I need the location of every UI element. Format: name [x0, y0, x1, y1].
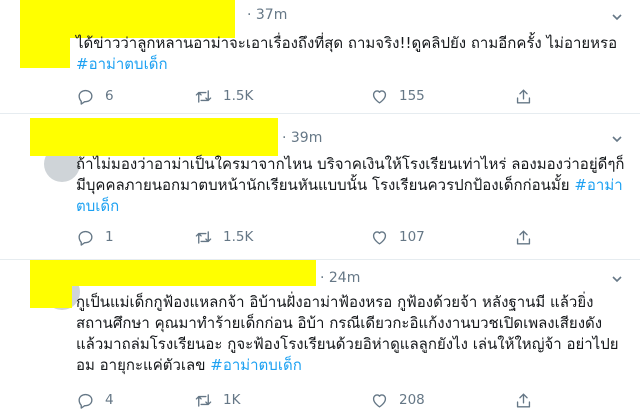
redaction-bar: [30, 118, 278, 156]
caret-down-icon[interactable]: [612, 274, 622, 284]
tweet-2[interactable]: · 39m ถ้าไม่มองว่าอาม่าเป็นใครมาจากไหน บ…: [0, 114, 640, 259]
reply-count: 4: [105, 392, 114, 408]
like-button[interactable]: 155: [370, 84, 425, 108]
reply-count: 1: [105, 229, 114, 245]
like-icon: [372, 393, 387, 408]
caret-down-icon[interactable]: [612, 12, 622, 22]
tweet-text-body: ได้ข่าวว่าลูกหลานอาม่าจะเอาเรื่องถึงที่ส…: [76, 34, 618, 52]
redaction-bar: [20, 38, 70, 68]
like-count: 107: [399, 229, 425, 245]
like-count: 155: [399, 88, 425, 104]
redaction-bar: [30, 286, 72, 308]
tweet-actions: 4 1K 208: [76, 388, 546, 412]
like-button[interactable]: 208: [370, 388, 425, 412]
retweet-icon: [195, 230, 212, 244]
retweet-button[interactable]: 1.5K: [194, 225, 253, 249]
share-icon: [516, 229, 531, 245]
tweet-time[interactable]: · 37m: [247, 7, 287, 23]
like-icon: [372, 230, 387, 245]
share-button[interactable]: [514, 225, 533, 249]
tweet-text-body: กูเป็นแม่เด็กกูฟ้องแหลกจ้า อิบ้านฝั่งอาม…: [76, 293, 619, 374]
retweet-count: 1.5K: [223, 229, 254, 245]
redaction-bar: [30, 260, 316, 286]
share-icon: [516, 392, 531, 408]
tweet-text: ถ้าไม่มองว่าอาม่าเป็นใครมาจากไหน บริจาคเ…: [76, 154, 626, 217]
tweet-3[interactable]: · 24m กูเป็นแม่เด็กกูฟ้องแหลกจ้า อิบ้านฝ…: [0, 260, 640, 417]
hashtag-link[interactable]: #อาม่าตบเด็ก: [210, 356, 302, 374]
tweet-actions: 1 1.5K 107: [76, 225, 546, 249]
hashtag-link[interactable]: #อาม่าตบเด็ก: [76, 55, 168, 73]
retweet-button[interactable]: 1.5K: [194, 84, 253, 108]
tweet-1[interactable]: · 37m ได้ข่าวว่าลูกหลานอาม่าจะเอาเรื่องถ…: [0, 0, 640, 112]
reply-button[interactable]: 6: [76, 84, 114, 108]
retweet-icon: [195, 89, 212, 103]
retweet-button[interactable]: 1K: [194, 388, 240, 412]
reply-icon: [78, 393, 93, 409]
reply-button[interactable]: 4: [76, 388, 114, 412]
share-button[interactable]: [514, 84, 533, 108]
reply-icon: [78, 89, 93, 105]
tweet-time[interactable]: · 24m: [320, 270, 360, 286]
retweet-count: 1.5K: [223, 88, 254, 104]
caret-down-icon[interactable]: [612, 134, 622, 144]
retweet-count: 1K: [223, 392, 241, 408]
reply-count: 6: [105, 88, 114, 104]
like-icon: [372, 89, 387, 104]
tweet-actions: 6 1.5K 155: [76, 84, 546, 108]
like-count: 208: [399, 392, 425, 408]
like-button[interactable]: 107: [370, 225, 425, 249]
tweet-text: ได้ข่าวว่าลูกหลานอาม่าจะเอาเรื่องถึงที่ส…: [76, 33, 626, 75]
share-button[interactable]: [514, 388, 533, 412]
tweet-text-body: ถ้าไม่มองว่าอาม่าเป็นใครมาจากไหน บริจาคเ…: [76, 155, 625, 194]
reply-button[interactable]: 1: [76, 225, 114, 249]
retweet-icon: [195, 393, 212, 407]
tweet-text: กูเป็นแม่เด็กกูฟ้องแหลกจ้า อิบ้านฝั่งอาม…: [76, 292, 626, 376]
reply-icon: [78, 230, 93, 246]
tweet-time[interactable]: · 39m: [282, 130, 322, 146]
share-icon: [516, 88, 531, 104]
